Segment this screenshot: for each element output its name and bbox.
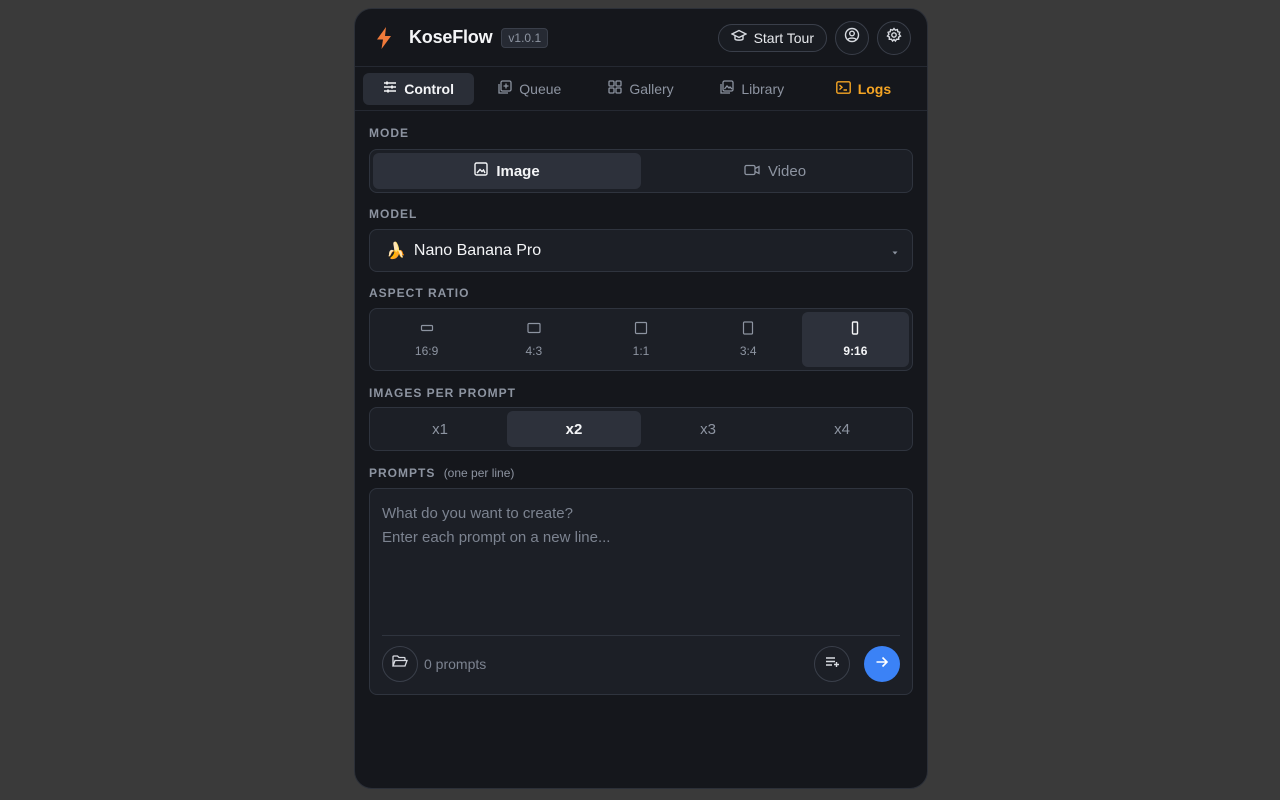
- import-file-button[interactable]: [382, 646, 418, 682]
- bolt-logo-icon: [373, 26, 395, 50]
- arrow-right-icon: [875, 655, 889, 673]
- gear-icon: [886, 27, 902, 48]
- count-option-x3[interactable]: x3: [641, 411, 775, 447]
- prompt-footer: 0 prompts: [382, 646, 900, 682]
- ratio-4-3-icon: [527, 321, 541, 338]
- chevron-down-icon: [892, 242, 898, 260]
- ratio-option-1-1[interactable]: 1:1: [587, 312, 694, 367]
- ratio-3-4-label: 3:4: [739, 344, 757, 358]
- count-option-x1[interactable]: x1: [373, 411, 507, 447]
- user-circle-icon: [844, 27, 860, 48]
- ratio-9-16-label: 9:16: [843, 344, 868, 358]
- ratio-1-1-icon: [634, 321, 648, 338]
- prompts-hint: (one per line): [443, 466, 515, 480]
- ratio-3-4-icon: [741, 321, 755, 338]
- images-per-prompt-selector: x1 x2 x3 x4: [369, 407, 913, 451]
- tab-library-label: Library: [741, 80, 785, 97]
- count-option-x4[interactable]: x4: [775, 411, 909, 447]
- count-option-x2[interactable]: x2: [507, 411, 641, 447]
- grid-icon: [608, 80, 622, 97]
- mode-image-label: Image: [496, 162, 540, 180]
- tab-bar: Control Queue Gallery Library Logs: [355, 67, 927, 111]
- prompt-textarea[interactable]: [370, 489, 912, 635]
- mode-selector: Image Video: [369, 149, 913, 193]
- graduation-cap-icon: [729, 29, 748, 46]
- start-tour-label: Start Tour: [753, 29, 814, 46]
- app-title: KoseFlow: [409, 27, 493, 47]
- account-button[interactable]: [835, 20, 869, 55]
- tab-gallery-label: Gallery: [629, 80, 674, 97]
- header-actions: Start Tour: [717, 20, 911, 55]
- add-to-queue-button[interactable]: [814, 646, 850, 682]
- aspect-ratio-selector: 16:9 4:3 1:1 3:4 9:16: [369, 308, 913, 371]
- settings-button[interactable]: [877, 20, 911, 55]
- tab-logs-label: Logs: [857, 80, 892, 97]
- sliders-icon: [383, 80, 397, 97]
- ratio-option-9-16[interactable]: 9:16: [801, 312, 910, 367]
- mode-video-label: Video: [767, 162, 807, 180]
- image-icon: [474, 162, 489, 180]
- sidepanel: KoseFlow v1.0.1 Start Tour Control Queue…: [354, 8, 928, 789]
- prompts-label: PROMPTS (one per line): [369, 466, 514, 480]
- ratio-9-16-icon: [848, 321, 862, 338]
- prompt-count: 0 prompts: [424, 656, 487, 672]
- prompt-divider: [382, 635, 900, 636]
- tab-queue[interactable]: Queue: [474, 73, 585, 105]
- prompt-editor: 0 prompts: [369, 488, 913, 695]
- mode-image-option[interactable]: Image: [373, 153, 641, 189]
- tab-library[interactable]: Library: [697, 73, 808, 105]
- ratio-option-16-9[interactable]: 16:9: [373, 312, 480, 367]
- terminal-icon: [835, 80, 851, 97]
- ratio-4-3-label: 4:3: [525, 344, 543, 358]
- send-button[interactable]: [864, 646, 900, 682]
- queue-add-icon: [498, 80, 512, 97]
- prompts-title: PROMPTS: [369, 466, 436, 480]
- mode-video-option[interactable]: Video: [641, 153, 909, 189]
- model-selected-value: Nano Banana Pro: [413, 241, 542, 259]
- mode-label: MODE: [369, 126, 409, 140]
- ratio-16-9-icon: [420, 321, 434, 338]
- header: KoseFlow v1.0.1 Start Tour: [355, 9, 927, 67]
- video-icon: [744, 163, 760, 180]
- ratio-16-9-label: 16:9: [414, 344, 439, 358]
- library-icon: [720, 80, 734, 97]
- ratio-1-1-label: 1:1: [632, 344, 650, 358]
- tab-logs[interactable]: Logs: [808, 73, 919, 105]
- folder-open-icon: [392, 655, 408, 673]
- ratio-option-4-3[interactable]: 4:3: [480, 312, 587, 367]
- tab-control[interactable]: Control: [363, 72, 475, 105]
- tab-queue-label: Queue: [519, 80, 562, 97]
- start-tour-button[interactable]: Start Tour: [717, 23, 827, 52]
- list-add-icon: [825, 655, 840, 673]
- model-select[interactable]: 🍌 Nano Banana Pro: [369, 229, 913, 272]
- aspect-ratio-label: ASPECT RATIO: [369, 286, 470, 300]
- images-per-prompt-label: IMAGES PER PROMPT: [369, 386, 517, 400]
- tab-control-label: Control: [404, 80, 454, 97]
- model-label: MODEL: [369, 207, 418, 221]
- tab-gallery[interactable]: Gallery: [585, 73, 696, 105]
- banana-emoji: 🍌: [386, 242, 406, 260]
- ratio-option-3-4[interactable]: 3:4: [695, 312, 802, 367]
- version-badge: v1.0.1: [501, 27, 549, 48]
